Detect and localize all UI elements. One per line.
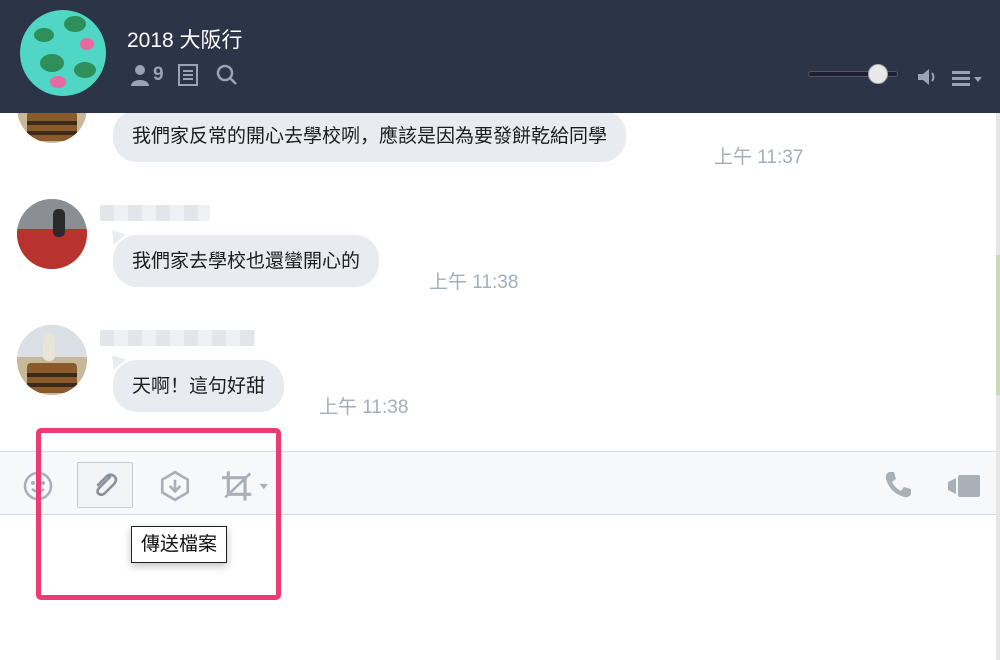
message-time: 上午 11:37	[714, 147, 804, 168]
message-text: 天啊！這句好甜	[132, 375, 266, 397]
members-icon[interactable]	[129, 64, 151, 86]
message-time: 上午 11:38	[319, 397, 409, 418]
group-title: 2018 大阪行	[127, 29, 243, 52]
message-bubble[interactable]: 我們家去學校也還蠻開心的	[113, 235, 380, 287]
menu-icon[interactable]	[952, 68, 986, 88]
message-text: 我們家反常的開心去學校咧，應該是因為要發餅乾給同學	[132, 125, 608, 147]
message-list[interactable]: 我們家反常的開心去學校咧，應該是因為要發餅乾給同學 上午 11:37 我們家去學…	[0, 113, 996, 451]
sender-name-blurred	[100, 205, 210, 221]
volume-slider-handle[interactable]	[868, 64, 888, 84]
chat-window: 2018 大阪行 9 我們家反常的開心去學校咧，應該是因為要發餅乾給同學 上午 …	[0, 0, 1000, 660]
window-edge-accent	[996, 255, 1000, 395]
search-icon[interactable]	[216, 64, 238, 86]
video-call-icon[interactable]	[946, 472, 982, 500]
voice-call-icon[interactable]	[882, 469, 914, 501]
member-count[interactable]: 9	[153, 64, 164, 86]
message-bubble[interactable]: 天啊！這句好甜	[113, 360, 285, 412]
sender-name-blurred	[100, 330, 255, 346]
message-text: 我們家去學校也還蠻開心的	[132, 250, 361, 272]
message-bubble[interactable]: 我們家反常的開心去學校咧，應該是因為要發餅乾給同學	[113, 113, 627, 162]
message-time: 上午 11:38	[429, 272, 519, 293]
sender-avatar[interactable]	[17, 325, 87, 395]
sender-avatar[interactable]	[17, 113, 87, 143]
notes-icon[interactable]	[178, 64, 198, 86]
speaker-icon[interactable]	[916, 66, 940, 88]
highlight-box	[36, 428, 281, 600]
chat-header: 2018 大阪行 9	[0, 0, 1000, 113]
sender-avatar[interactable]	[17, 199, 87, 269]
group-avatar[interactable]	[20, 10, 106, 96]
